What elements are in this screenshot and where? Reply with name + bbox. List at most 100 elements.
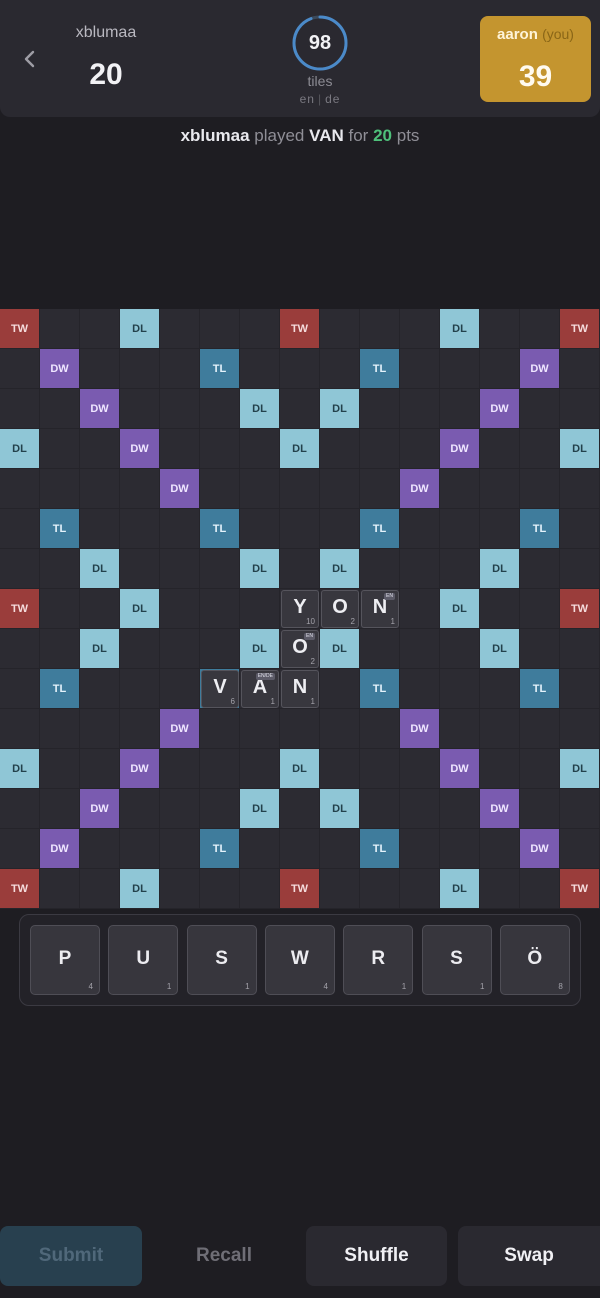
board-cell-dw[interactable]: DW (160, 469, 200, 509)
board-cell-dw[interactable]: DW (480, 389, 520, 429)
board-cell[interactable] (160, 589, 200, 629)
board-cell[interactable] (400, 589, 440, 629)
board-cell[interactable] (560, 669, 600, 709)
board-cell-dl[interactable]: DL (320, 629, 360, 669)
board-cell[interactable] (80, 469, 120, 509)
board-cell[interactable] (120, 349, 160, 389)
board-cell[interactable] (280, 469, 320, 509)
board-cell[interactable] (480, 869, 520, 909)
board-cell[interactable] (480, 589, 520, 629)
board-cell-dw[interactable]: DW (400, 469, 440, 509)
board-cell-dl[interactable]: DL (320, 389, 360, 429)
board-cell-dl[interactable]: DL (240, 789, 280, 829)
board-cell-dl[interactable]: DL (0, 749, 40, 789)
board-cell[interactable] (440, 389, 480, 429)
board-cell[interactable] (40, 389, 80, 429)
board-cell[interactable] (0, 829, 40, 869)
board-cell-tl[interactable]: TL (360, 669, 400, 709)
board-cell[interactable] (80, 429, 120, 469)
board-cell[interactable] (0, 709, 40, 749)
board-cell-dl[interactable]: DL (240, 389, 280, 429)
board-cell[interactable] (400, 309, 440, 349)
board-cell[interactable] (160, 349, 200, 389)
board-cell[interactable] (480, 349, 520, 389)
board-cell[interactable] (200, 469, 240, 509)
board-cell[interactable] (160, 389, 200, 429)
board-cell[interactable] (560, 349, 600, 389)
tile-rack[interactable]: P4U1S1W4R1S1Ö8 (19, 914, 581, 1006)
board-cell[interactable] (0, 389, 40, 429)
board-cell[interactable] (80, 309, 120, 349)
board-cell[interactable] (240, 749, 280, 789)
board-cell[interactable] (0, 469, 40, 509)
board-cell[interactable] (240, 429, 280, 469)
board-cell-dw[interactable]: DW (40, 829, 80, 869)
board-cell[interactable] (560, 549, 600, 589)
board-cell-tw[interactable]: TW (560, 589, 600, 629)
board-cell[interactable] (320, 669, 360, 709)
board-cell[interactable] (80, 869, 120, 909)
board-cell[interactable] (240, 829, 280, 869)
board-cell[interactable] (520, 429, 560, 469)
rack-tile[interactable]: S1 (186, 925, 257, 995)
board-cell[interactable] (320, 309, 360, 349)
board-cell-tl[interactable]: TL (360, 829, 400, 869)
rack-tile[interactable]: Ö8 (499, 925, 570, 995)
board-cell[interactable] (520, 709, 560, 749)
board-cell[interactable] (200, 789, 240, 829)
board-cell[interactable] (480, 509, 520, 549)
board-cell-tl[interactable]: TL (40, 669, 80, 709)
board-cell[interactable] (40, 469, 80, 509)
board-cell-tl[interactable]: TL (520, 669, 560, 709)
board-cell[interactable] (400, 549, 440, 589)
board-cell[interactable] (240, 469, 280, 509)
board-cell-dl[interactable]: DL (120, 309, 160, 349)
board-cell[interactable] (360, 549, 400, 589)
board-cell[interactable] (120, 549, 160, 589)
board-cell[interactable] (320, 709, 360, 749)
board-cell[interactable] (440, 469, 480, 509)
board-cell[interactable] (240, 589, 280, 629)
board-cell-dl[interactable]: DL (560, 749, 600, 789)
board-cell[interactable] (560, 789, 600, 829)
board-cell[interactable] (80, 749, 120, 789)
board-cell[interactable] (200, 709, 240, 749)
board-cell[interactable] (320, 869, 360, 909)
board-cell[interactable] (120, 829, 160, 869)
board-cell-dl[interactable]: DL (440, 869, 480, 909)
board-cell[interactable] (560, 629, 600, 669)
board-cell[interactable] (160, 549, 200, 589)
board-cell[interactable] (280, 349, 320, 389)
board-cell[interactable] (40, 869, 80, 909)
board-cell[interactable] (360, 309, 400, 349)
board-cell[interactable] (440, 549, 480, 589)
rack-tile[interactable]: U1 (108, 925, 179, 995)
board-cell-tw[interactable]: TW (0, 309, 40, 349)
board-cell[interactable] (440, 669, 480, 709)
board-cell-tl[interactable]: TL (40, 509, 80, 549)
board-cell[interactable] (120, 789, 160, 829)
board-cell[interactable] (160, 429, 200, 469)
board-cell-dw[interactable]: DW (40, 349, 80, 389)
board-cell-dl[interactable]: DL (480, 629, 520, 669)
board-cell[interactable] (40, 429, 80, 469)
board-cell-dw[interactable]: DW (80, 789, 120, 829)
board-cell-tw[interactable]: TW (0, 869, 40, 909)
board-cell-dw[interactable]: DW (440, 749, 480, 789)
board-cell-dl[interactable]: DL (80, 629, 120, 669)
board-cell[interactable] (480, 309, 520, 349)
recall-button[interactable]: Recall (153, 1226, 295, 1286)
board-cell[interactable] (360, 709, 400, 749)
board-cell[interactable] (520, 869, 560, 909)
board-cell[interactable] (160, 869, 200, 909)
board-cell[interactable] (400, 389, 440, 429)
board-cell[interactable] (80, 669, 120, 709)
board-cell[interactable] (120, 469, 160, 509)
board-cell[interactable] (560, 469, 600, 509)
board-cell-dw[interactable]: DW (400, 709, 440, 749)
board-cell-dl[interactable]: DL (80, 549, 120, 589)
board-cell[interactable] (240, 349, 280, 389)
board-cell-dl[interactable]: DL (280, 749, 320, 789)
board-cell-tl[interactable]: TL (360, 509, 400, 549)
board-cell[interactable] (120, 629, 160, 669)
